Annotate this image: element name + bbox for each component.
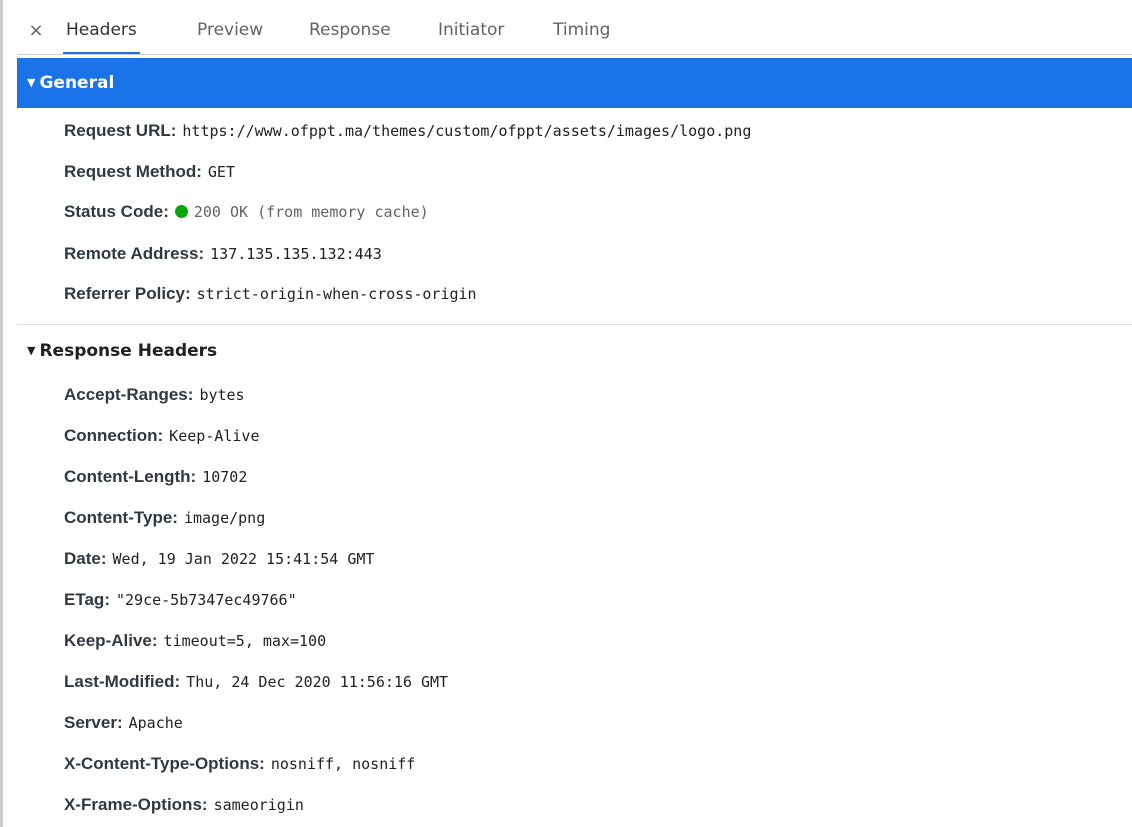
response-header-row: Content-Length: 10702 — [64, 459, 247, 495]
key-colon: : — [172, 508, 178, 527]
tab-bar: × Headers Preview Response Initiator Tim… — [17, 7, 1132, 55]
header-value: image/png — [183, 509, 266, 527]
general-row-request-method: Request Method: GET — [64, 154, 235, 190]
header-value: Wed, 19 Jan 2022 15:41:54 GMT — [112, 550, 375, 568]
header-value: bytes — [199, 386, 245, 404]
header-value: "29ce-5b7347ec49766" — [115, 591, 297, 609]
tab-response[interactable]: Response — [306, 7, 394, 54]
key-colon: : — [104, 590, 110, 609]
section-divider — [17, 324, 1132, 325]
response-header-row: Server: Apache — [64, 705, 183, 741]
response-header-row: Date: Wed, 19 Jan 2022 15:41:54 GMT — [64, 541, 374, 577]
header-value: 137.135.135.132:443 — [210, 245, 382, 263]
response-header-row: X-Frame-Options: sameorigin — [64, 787, 304, 823]
key-colon: : — [116, 713, 123, 732]
header-key: Connection — [64, 426, 158, 445]
general-section-title: General — [39, 73, 115, 93]
panel-left-border — [0, 0, 3, 827]
key-colon: : — [196, 162, 202, 181]
tab-headers[interactable]: Headers — [63, 7, 140, 54]
response-header-row: ETag: "29ce-5b7347ec49766" — [64, 582, 297, 618]
key-colon: : — [259, 754, 265, 773]
headers-panel: × Headers Preview Response Initiator Tim… — [17, 0, 1132, 827]
key-colon: : — [174, 672, 181, 691]
key-colon: : — [187, 385, 194, 404]
header-key: X-Frame-Options — [64, 795, 202, 814]
header-value: https://www.ofppt.ma/themes/custom/ofppt… — [182, 122, 752, 140]
response-header-row: Last-Modified: Thu, 24 Dec 2020 11:56:16 … — [64, 664, 448, 700]
header-key: Remote Address — [64, 244, 199, 263]
response-headers-section-title: Response Headers — [39, 341, 218, 361]
response-header-row: Keep-Alive: timeout=5, max=100 — [64, 623, 326, 659]
header-value: nosniff, nosniff — [270, 755, 416, 773]
key-colon: : — [163, 202, 169, 221]
header-value: timeout=5, max=100 — [163, 632, 327, 650]
header-key: Keep-Alive — [64, 631, 152, 650]
header-value: strict-origin-when-cross-origin — [196, 285, 477, 303]
key-colon: : — [100, 549, 107, 568]
tab-initiator[interactable]: Initiator — [435, 7, 507, 54]
header-key: X-Content-Type-Options — [64, 754, 260, 773]
header-value: GET — [207, 163, 235, 181]
header-value: Thu, 24 Dec 2020 11:56:16 GMT — [186, 673, 449, 691]
close-icon[interactable]: × — [25, 19, 47, 43]
triangle-down-icon: ▼ — [27, 344, 36, 357]
header-key: Accept-Ranges — [64, 385, 188, 404]
general-section-header[interactable]: ▼ General — [17, 58, 1132, 108]
general-row-request-url: Request URL: https://www.ofppt.ma/themes/… — [64, 113, 751, 149]
header-key: Referrer Policy — [64, 284, 185, 303]
status-ok-dot-icon — [174, 205, 188, 218]
header-value: sameorigin — [213, 796, 304, 814]
response-headers-section-header[interactable]: ▼ Response Headers — [17, 331, 1132, 371]
header-key: Content-Type — [64, 508, 173, 527]
header-key: Content-Length — [64, 467, 191, 486]
header-value: 200 OK (from memory cache) — [193, 203, 429, 221]
header-key: Server — [64, 713, 117, 732]
triangle-down-icon: ▼ — [27, 76, 36, 89]
key-colon: : — [157, 426, 164, 445]
header-value: Keep-Alive — [169, 427, 260, 445]
key-colon: : — [198, 244, 205, 263]
header-key: Request Method — [64, 162, 197, 181]
response-header-row: Content-Type: image/png — [64, 500, 265, 536]
response-header-row: Connection: Keep-Alive — [64, 418, 259, 454]
key-colon: : — [151, 631, 158, 650]
header-value: 10702 — [202, 468, 248, 486]
header-key: Status Code — [64, 202, 164, 221]
key-colon: : — [184, 284, 191, 303]
key-colon: : — [201, 795, 208, 814]
response-header-row: X-Content-Type-Options: nosniff, nosniff — [64, 746, 415, 782]
response-header-row: Accept-Ranges: bytes — [64, 377, 245, 413]
header-value: Apache — [128, 714, 183, 732]
header-key: Date — [64, 549, 101, 568]
general-row-status-code: Status Code: 200 OK (from memory cache) — [64, 194, 429, 230]
key-colon: : — [190, 467, 197, 486]
tab-preview[interactable]: Preview — [194, 7, 266, 54]
general-row-referrer-policy: Referrer Policy: strict-origin-when-cross… — [64, 276, 477, 312]
header-key: Last-Modified — [64, 672, 175, 691]
general-row-remote-address: Remote Address: 137.135.135.132:443 — [64, 236, 382, 272]
key-colon: : — [170, 121, 177, 140]
tab-timing[interactable]: Timing — [550, 7, 613, 54]
header-key: Request URL — [64, 121, 171, 140]
header-key: ETag — [64, 590, 105, 609]
